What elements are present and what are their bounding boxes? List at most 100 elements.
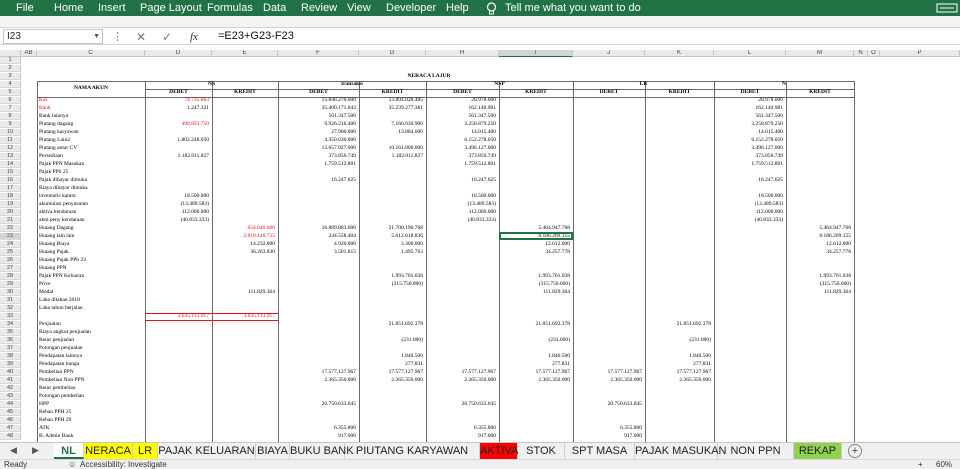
column-header-o[interactable]: O [868, 50, 880, 57]
row-header-22[interactable]: 22 [0, 225, 21, 232]
menu-item-view[interactable]: View [347, 1, 371, 15]
menu-item-page-layout[interactable]: Page Layout [140, 1, 202, 15]
sheet-tab-biaya[interactable]: BIAYA [256, 443, 290, 459]
row-header-21[interactable]: 21 [0, 217, 21, 224]
menu-item-file[interactable]: File [16, 1, 34, 15]
selected-cell-i23[interactable] [499, 232, 573, 240]
row-header-45[interactable]: 45 [0, 409, 21, 416]
row-header-10[interactable]: 10 [0, 129, 21, 136]
row-header-41[interactable]: 41 [0, 377, 21, 384]
row-header-4[interactable]: 4 [0, 81, 21, 88]
column-header-l[interactable]: L [714, 50, 786, 57]
sheet-tab-rekap[interactable]: REKAP [794, 443, 842, 459]
sheet-tab-neraca[interactable]: NERACA [84, 443, 133, 459]
row-header-3[interactable]: 3 [0, 73, 21, 80]
column-header-p[interactable]: P [880, 50, 960, 57]
row-header-48[interactable]: 48 [0, 433, 21, 440]
sheet-tab-pajak-masukan[interactable]: PAJAK MASUKAN [635, 443, 727, 459]
row-header-44[interactable]: 44 [0, 401, 21, 408]
zoom-level[interactable]: 60% [936, 460, 952, 469]
cancel-icon[interactable]: ✕ [136, 30, 146, 44]
insert-function-icon[interactable]: fx [190, 30, 198, 44]
sheet-tab-spt-masa[interactable]: SPT MASA [565, 443, 635, 459]
row-header-19[interactable]: 19 [0, 201, 21, 208]
column-header-i[interactable]: I [499, 50, 573, 57]
row-header-39[interactable]: 39 [0, 361, 21, 368]
name-box-dropdown-icon[interactable]: ▼ [93, 30, 100, 43]
menu-item-home[interactable]: Home [54, 1, 83, 15]
row-header-47[interactable]: 47 [0, 425, 21, 432]
accessibility-status[interactable]: Accessibility: Investigate [80, 460, 167, 469]
name-box[interactable]: I23 ▼ [3, 29, 103, 44]
select-all-button[interactable] [0, 50, 21, 57]
column-header-ab[interactable]: AB [21, 50, 37, 57]
column-header-m[interactable]: M [786, 50, 854, 57]
row-header-35[interactable]: 35 [0, 329, 21, 336]
row-header-8[interactable]: 8 [0, 113, 21, 120]
column-header-j[interactable]: J [573, 50, 645, 57]
add-sheet-icon[interactable]: + [848, 444, 862, 458]
row-header-7[interactable]: 7 [0, 105, 21, 112]
row-header-18[interactable]: 18 [0, 193, 21, 200]
row-header-32[interactable]: 32 [0, 305, 21, 312]
row-header-26[interactable]: 26 [0, 257, 21, 264]
column-header-n[interactable]: N [854, 50, 868, 57]
column-header-f[interactable]: F [278, 50, 359, 57]
sheet-tab-nl[interactable]: NL [54, 443, 84, 459]
row-header-36[interactable]: 36 [0, 337, 21, 344]
sheet-tab-aktiva[interactable]: AKTIVA [480, 443, 518, 459]
row-header-6[interactable]: 6 [0, 97, 21, 104]
column-header-c[interactable]: C [37, 50, 145, 57]
ribbon-display-options-icon[interactable] [936, 2, 958, 14]
menu-item-insert[interactable]: Insert [98, 1, 126, 15]
row-header-43[interactable]: 43 [0, 393, 21, 400]
row-header-23[interactable]: 23 [0, 233, 21, 240]
row-header-13[interactable]: 13 [0, 153, 21, 160]
row-header-46[interactable]: 46 [0, 417, 21, 424]
row-header-9[interactable]: 9 [0, 121, 21, 128]
menu-item-developer[interactable]: Developer [386, 1, 436, 15]
row-header-15[interactable]: 15 [0, 169, 21, 176]
sheet-tab-lr[interactable]: LR [133, 443, 158, 459]
zoom-in-icon[interactable]: + [918, 460, 923, 469]
row-header-33[interactable]: 33 [0, 313, 21, 320]
menu-item-help[interactable]: Help [446, 1, 469, 15]
row-header-29[interactable]: 29 [0, 281, 21, 288]
tab-scroll-next-icon[interactable]: ▶ [32, 445, 39, 456]
row-header-17[interactable]: 17 [0, 185, 21, 192]
worksheet-grid[interactable]: AB C D E F G H I J K L M N O P 1 2 3 4 5 6 7 8 9 10 11 12 13 14 15 16 1… [0, 50, 960, 442]
row-header-24[interactable]: 24 [0, 241, 21, 248]
row-header-16[interactable]: 16 [0, 177, 21, 184]
menu-item-formulas[interactable]: Formulas [207, 1, 253, 15]
column-header-k[interactable]: K [645, 50, 714, 57]
row-header-5[interactable]: 5 [0, 89, 21, 96]
menu-item-data[interactable]: Data [263, 1, 286, 15]
row-header-25[interactable]: 25 [0, 249, 21, 256]
row-header-11[interactable]: 11 [0, 137, 21, 144]
row-header-14[interactable]: 14 [0, 161, 21, 168]
row-header-12[interactable]: 12 [0, 145, 21, 152]
row-header-1[interactable]: 1 [0, 57, 21, 64]
row-header-30[interactable]: 30 [0, 289, 21, 296]
sheet-tab-pajak-keluaran[interactable]: PAJAK KELUARAN [158, 443, 256, 459]
column-header-g[interactable]: G [359, 50, 426, 57]
row-header-37[interactable]: 37 [0, 345, 21, 352]
sheet-tab-non-ppn[interactable]: NON PPN [718, 443, 794, 459]
row-header-20[interactable]: 20 [0, 209, 21, 216]
row-header-40[interactable]: 40 [0, 369, 21, 376]
formula-input[interactable]: =E23+G23-F23 [218, 29, 294, 44]
row-header-38[interactable]: 38 [0, 353, 21, 360]
column-header-d[interactable]: D [145, 50, 212, 57]
enter-icon[interactable]: ✓ [162, 30, 172, 44]
row-header-31[interactable]: 31 [0, 297, 21, 304]
sheet-tab-stok[interactable]: STOK [518, 443, 565, 459]
row-header-28[interactable]: 28 [0, 273, 21, 280]
row-header-34[interactable]: 34 [0, 321, 21, 328]
row-header-27[interactable]: 27 [0, 265, 21, 272]
column-header-e[interactable]: E [212, 50, 278, 57]
menu-item-review[interactable]: Review [301, 1, 337, 15]
sheet-tab-buku-bank[interactable]: BUKU BANK [290, 443, 354, 459]
column-header-h[interactable]: H [426, 50, 499, 57]
tab-scroll-prev-icon[interactable]: ◀ [10, 445, 17, 456]
row-header-42[interactable]: 42 [0, 385, 21, 392]
